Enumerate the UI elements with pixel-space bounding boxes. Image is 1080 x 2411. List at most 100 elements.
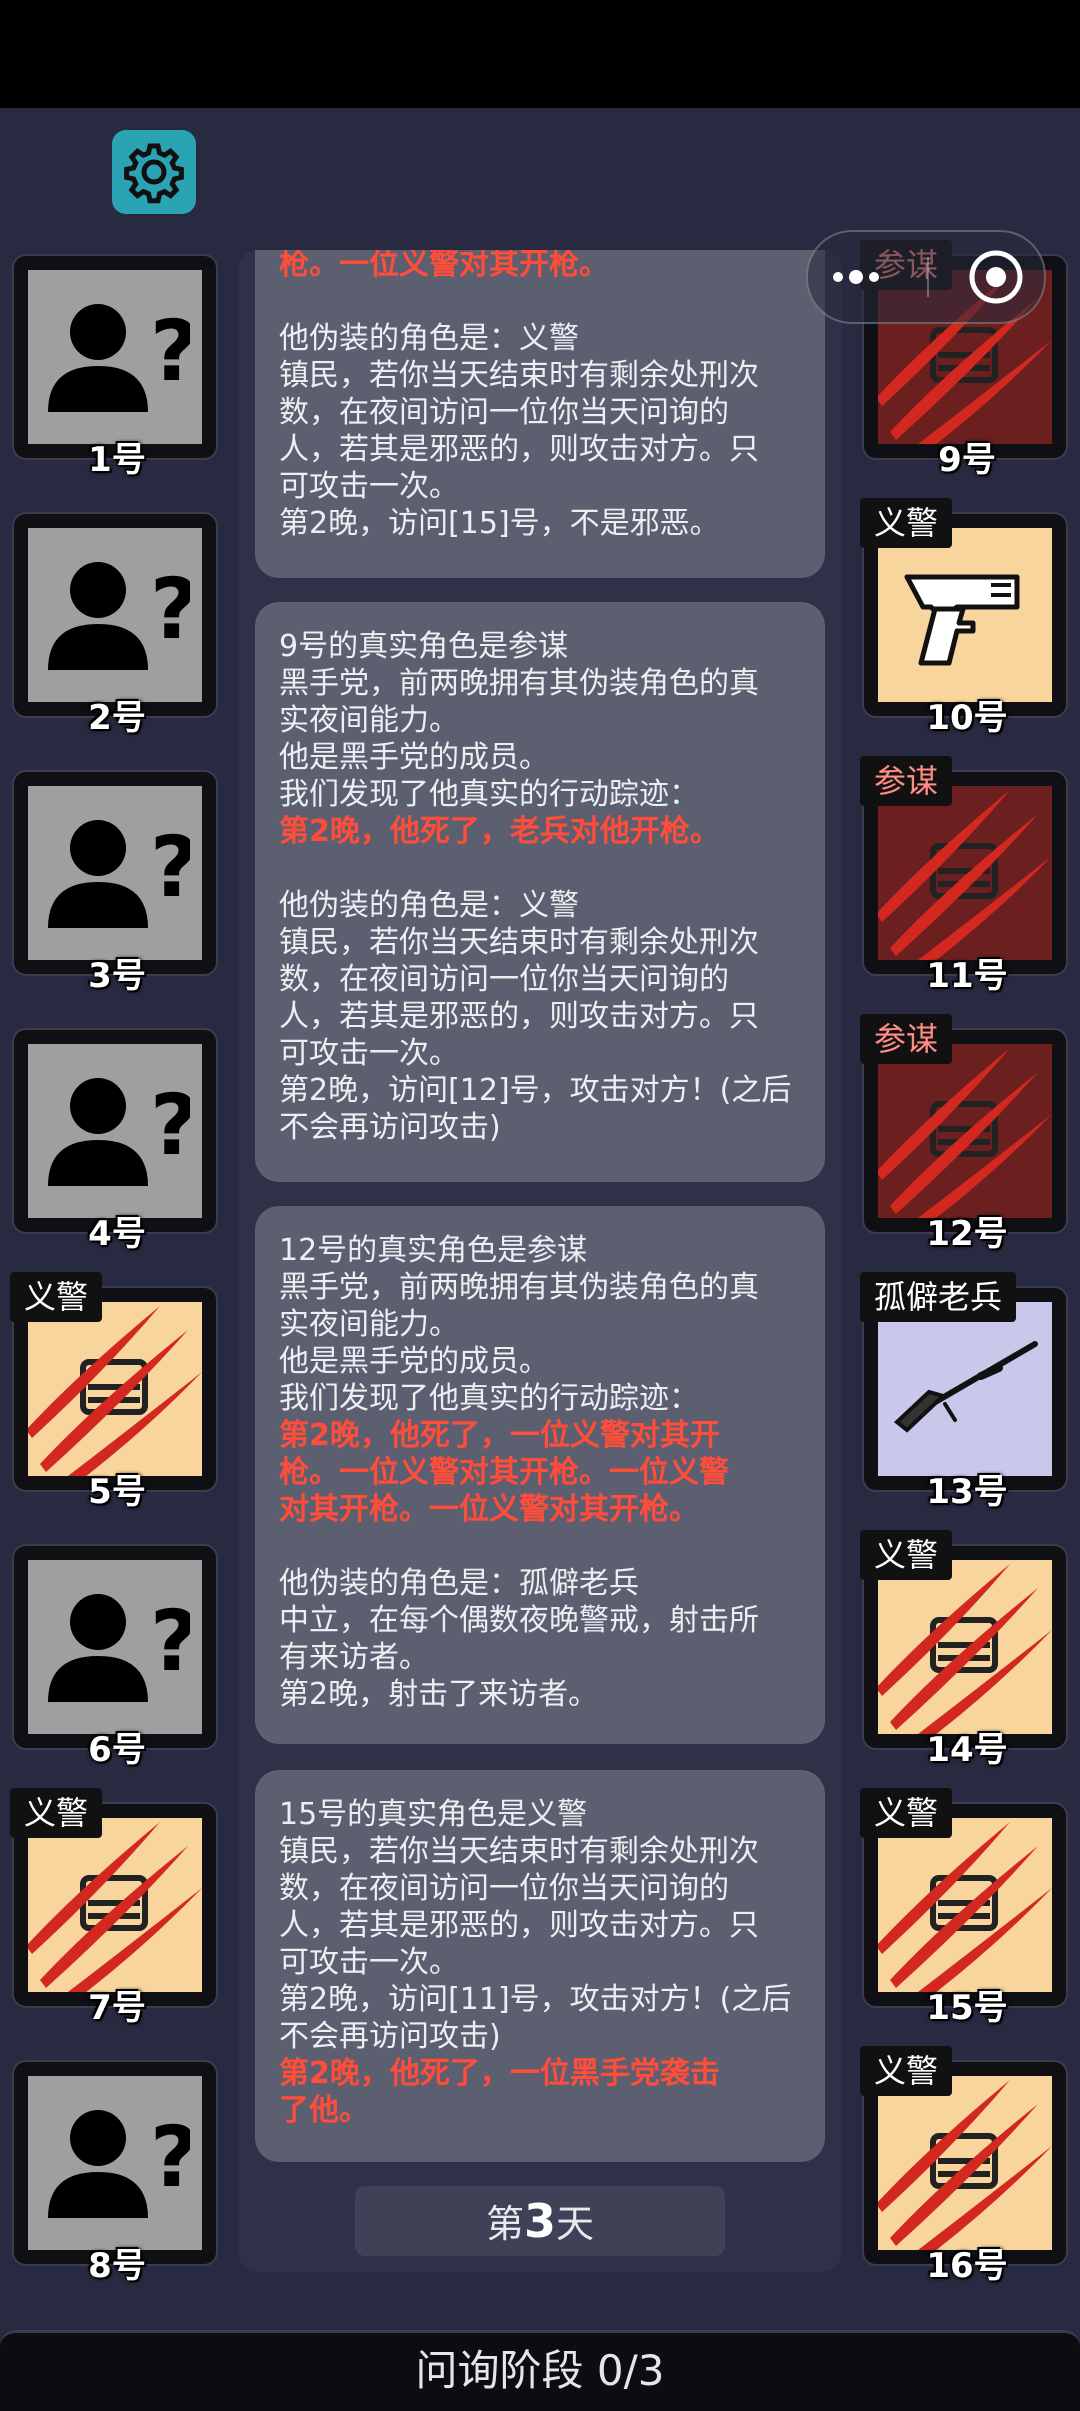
player-card[interactable]: 义警 16号 — [860, 2046, 1068, 2286]
message-highlight: 对其开枪。一位义警对其开枪。 — [279, 1492, 699, 1527]
role-badge: 孤僻老兵 — [860, 1272, 1017, 1322]
claw-slash-icon — [878, 1048, 1052, 1218]
claw-slash-icon — [878, 1822, 1052, 1992]
message-line: 他是黑手党的成员。 — [279, 740, 549, 775]
message-highlight: 第2晚，他死了，一位黑手党袭击 — [279, 2056, 720, 2091]
message-line: 数，在夜间访问一位你当天问询的 — [279, 395, 729, 430]
player-number: 4号 — [88, 1214, 146, 1254]
rifle-icon — [893, 1341, 1038, 1433]
player-portrait: ? — [28, 2076, 202, 2250]
unknown-player-icon: ? — [48, 302, 190, 412]
svg-text:?: ? — [150, 2108, 190, 2206]
message-line: 不会再访问攻击) — [279, 2019, 501, 2054]
player-number: 6号 — [88, 1730, 146, 1770]
close-target-icon[interactable] — [968, 249, 1024, 305]
message-line: 黑手党，前两晚拥有其伪装角色的真 — [279, 1270, 759, 1305]
message-line: 镇民，若你当天结束时有剩余处刑次 — [279, 358, 759, 393]
message-line: 人，若其是邪恶的，则攻击对方。只 — [279, 1908, 759, 1943]
role-badge: 义警 — [860, 498, 953, 548]
role-badge: 义警 — [860, 1530, 953, 1580]
player-card[interactable]: 义警 7号 — [10, 1788, 218, 2028]
capsule-divider — [926, 257, 929, 297]
player-card[interactable]: ? 4号 — [12, 1028, 218, 1254]
message-line: 数，在夜间访问一位你当天问询的 — [279, 1871, 729, 1906]
message-line: 有来访者。 — [279, 1640, 429, 1675]
message-line: 他伪装的角色是：义警 — [279, 888, 579, 923]
player-card[interactable]: 参谋 12号 — [860, 1014, 1068, 1254]
message-card: 9号的真实角色是参谋 黑手党，前两晚拥有其伪装角色的真 实夜间能力。 他是黑手党… — [255, 602, 825, 1182]
player-portrait — [878, 1560, 1052, 1734]
unknown-player-icon: ? — [48, 1076, 190, 1186]
message-line: 第2晚，访问[12]号，攻击对方！(之后 — [279, 1073, 792, 1108]
message-line: 15号的真实角色是义警 — [279, 1797, 588, 1832]
player-number: 5号 — [88, 1472, 146, 1512]
player-card[interactable]: ?1号 — [12, 254, 218, 480]
message-line: 人，若其是邪恶的，则攻击对方。只 — [279, 999, 759, 1034]
player-card[interactable]: 孤僻老兵 13号 — [860, 1272, 1068, 1512]
player-portrait: ? — [28, 270, 202, 444]
message-highlight: 枪。一位义警对其开枪。 — [279, 250, 609, 282]
role-badge: 义警 — [860, 1788, 953, 1838]
message-line: 他伪装的角色是：孤僻老兵 — [279, 1566, 639, 1601]
player-portrait — [878, 1302, 1052, 1476]
message-line: 数，在夜间访问一位你当天问询的 — [279, 962, 729, 997]
message-card: 15号的真实角色是义警 镇民，若你当天结束时有剩余处刑次 数，在夜间访问一位你当… — [255, 1770, 825, 2162]
player-card[interactable]: 义警 5号 — [10, 1272, 218, 1512]
player-card[interactable]: 义警 15号 — [860, 1788, 1068, 2028]
message-line: 不会再访问攻击) — [279, 1110, 501, 1145]
player-portrait — [28, 1302, 202, 1476]
player-portrait: ? — [28, 1044, 202, 1218]
player-number: 7号 — [88, 1988, 146, 2028]
message-line: 人，若其是邪恶的，则攻击对方。只 — [279, 432, 759, 467]
player-number: 3号 — [88, 956, 146, 996]
settings-button[interactable] — [112, 130, 196, 214]
message-line: 他伪装的角色是：义警 — [279, 321, 579, 356]
more-options-icon[interactable] — [828, 262, 888, 292]
unknown-player-icon: ? — [48, 818, 190, 928]
claw-slash-icon — [878, 790, 1052, 960]
player-card[interactable]: ?8号 — [12, 2060, 218, 2286]
player-number: 10号 — [926, 698, 1008, 738]
player-card[interactable]: ? 2号 — [12, 512, 218, 738]
unknown-player-icon: ? — [48, 2108, 190, 2218]
player-number: 2号 — [88, 698, 146, 738]
message-line: 可攻击一次。 — [279, 1036, 459, 1071]
player-card[interactable]: ?6号 — [12, 1544, 218, 1770]
unknown-player-icon: ? — [48, 560, 190, 670]
player-portrait — [878, 528, 1052, 702]
claw-slash-icon — [878, 2080, 1052, 2250]
player-portrait: ? — [28, 1560, 202, 1734]
player-portrait: ? — [28, 528, 202, 702]
message-line: 我们发现了他真实的行动踪迹： — [279, 777, 699, 812]
message-card: 12号的真实角色是参谋 黑手党，前两晚拥有其伪装角色的真 实夜间能力。 他是黑手… — [255, 1206, 825, 1744]
player-card[interactable]: 义警 14号 — [860, 1530, 1068, 1770]
message-line: 实夜间能力。 — [279, 1307, 459, 1342]
status-bar — [0, 0, 1080, 108]
role-badge: 义警 — [860, 2046, 953, 2096]
message-line: 我们发现了他真实的行动踪迹： — [279, 1381, 699, 1416]
message-highlight: 第2晚，他死了，老兵对他开枪。 — [279, 814, 720, 849]
player-number: 13号 — [926, 1472, 1008, 1512]
player-portrait — [878, 786, 1052, 960]
claw-slash-icon — [28, 1822, 202, 1992]
svg-text:?: ? — [150, 818, 190, 916]
day-counter: 第3天 — [355, 2186, 725, 2256]
player-card[interactable]: 义警 10号 — [860, 498, 1068, 738]
player-card[interactable]: 参谋 11号 — [860, 756, 1068, 996]
message-highlight: 了他。 — [279, 2093, 369, 2128]
message-line: 镇民，若你当天结束时有剩余处刑次 — [279, 925, 759, 960]
pistol-icon — [904, 574, 1020, 666]
message-line: 他是黑手党的成员。 — [279, 1344, 549, 1379]
message-highlight: 第2晚，他死了，一位义警对其开 — [279, 1418, 720, 1453]
player-portrait — [878, 1044, 1052, 1218]
message-line: 第2晚，访问[11]号，攻击对方！(之后 — [279, 1982, 792, 2017]
message-line: 可攻击一次。 — [279, 469, 459, 504]
player-card[interactable]: ?3号 — [12, 770, 218, 996]
message-card: 枪。一位义警对其开枪。 他伪装的角色是：义警 镇民，若你当天结束时有剩余处刑次 … — [255, 250, 825, 578]
mini-program-capsule — [806, 230, 1046, 324]
message-highlight: 枪。一位义警对其开枪。一位义警 — [279, 1455, 729, 1490]
player-number: 8号 — [88, 2246, 146, 2286]
message-line: 黑手党，前两晚拥有其伪装角色的真 — [279, 666, 759, 701]
claw-slash-icon — [28, 1306, 202, 1476]
player-number: 15号 — [926, 1988, 1008, 2028]
